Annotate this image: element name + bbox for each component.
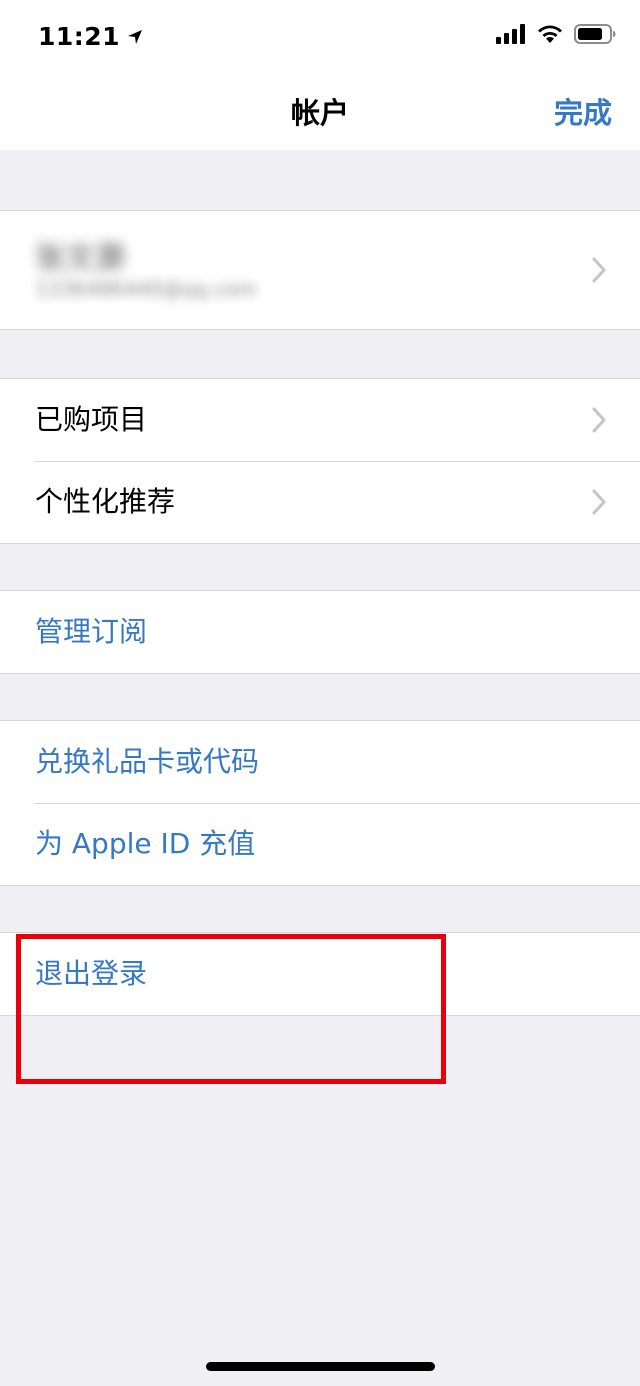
status-icons (486, 24, 616, 44)
signout-group: 退出登录 (0, 932, 640, 1016)
page-title: 帐户 (290, 96, 349, 130)
sign-out-row[interactable]: 退出登录 (0, 933, 640, 1015)
subscriptions-group: 管理订阅 (0, 590, 640, 674)
add-funds-row[interactable]: 为 Apple ID 充值 (0, 803, 640, 885)
purchases-group: 已购项目 个性化推荐 (0, 378, 640, 544)
chevron-right-icon (592, 488, 606, 516)
account-name: 张文灏 (35, 241, 125, 276)
personalized-recommendations-row[interactable]: 个性化推荐 (0, 461, 640, 543)
status-bar: 11:21 (0, 0, 640, 76)
account-group: 张文灏 1336486440@qq.com (0, 210, 640, 330)
status-time: 11:21 (38, 22, 144, 51)
gift-group: 兑换礼品卡或代码 为 Apple ID 充值 (0, 720, 640, 886)
home-indicator (206, 1362, 435, 1371)
chevron-right-icon (592, 406, 606, 434)
purchased-items-label: 已购项目 (35, 403, 148, 436)
chevron-right-icon (592, 256, 606, 284)
done-button[interactable]: 完成 (554, 76, 612, 150)
battery-icon (574, 24, 616, 44)
add-funds-label: 为 Apple ID 充值 (35, 827, 256, 860)
manage-subscriptions-label: 管理订阅 (35, 615, 148, 648)
account-row[interactable]: 张文灏 1336486440@qq.com (0, 211, 640, 329)
navigation-bar: 帐户 完成 (0, 76, 640, 150)
redeem-gift-card-row[interactable]: 兑换礼品卡或代码 (0, 721, 640, 803)
location-arrow-icon (128, 29, 143, 44)
manage-subscriptions-row[interactable]: 管理订阅 (0, 591, 640, 673)
purchased-items-row[interactable]: 已购项目 (0, 379, 640, 461)
sign-out-label: 退出登录 (35, 957, 148, 990)
cellular-signal-icon (496, 24, 526, 44)
wifi-icon (536, 24, 564, 44)
status-time-text: 11:21 (38, 22, 121, 51)
personalized-recommendations-label: 个性化推荐 (35, 485, 176, 518)
account-email: 1336486440@qq.com (35, 277, 257, 301)
redeem-gift-card-label: 兑换礼品卡或代码 (35, 745, 260, 778)
